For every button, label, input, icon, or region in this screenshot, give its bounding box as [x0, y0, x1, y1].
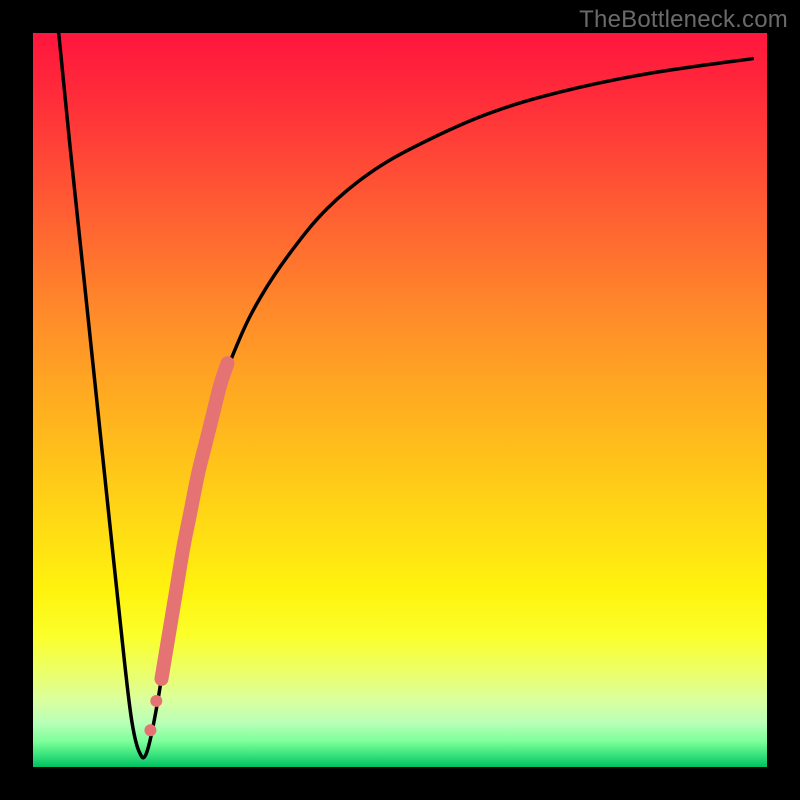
- chart-svg: [33, 33, 767, 767]
- highlight-dot: [144, 724, 156, 736]
- plot-area: [33, 33, 767, 767]
- highlight-segment: [161, 363, 227, 679]
- chart-frame: TheBottleneck.com: [0, 0, 800, 800]
- highlight-dot: [150, 695, 162, 707]
- watermark-text: TheBottleneck.com: [579, 6, 788, 34]
